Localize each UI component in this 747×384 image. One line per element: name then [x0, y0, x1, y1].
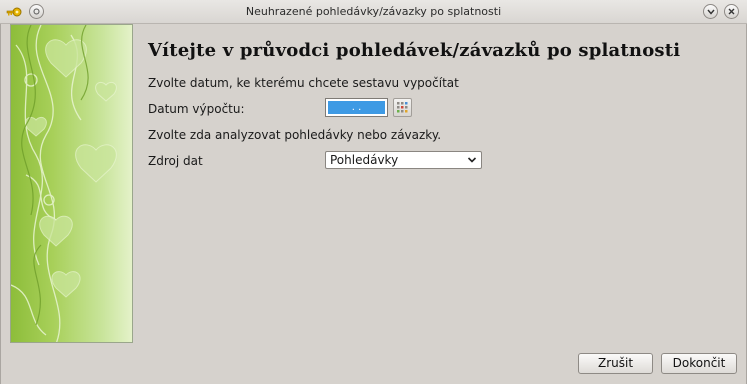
minimize-button[interactable] — [703, 4, 718, 19]
title-bar[interactable]: Neuhrazené pohledávky/závazky po splatno… — [0, 0, 747, 24]
date-value: . . — [328, 101, 385, 114]
source-select-value: Pohledávky — [330, 153, 399, 167]
date-input[interactable]: . . — [325, 98, 388, 117]
finish-button[interactable]: Dokončit — [661, 353, 737, 374]
calendar-icon — [397, 102, 408, 113]
wizard-heading: Vítejte v průvodci pohledávek/závazků po… — [148, 40, 681, 61]
source-select[interactable]: Pohledávky — [325, 151, 482, 169]
leaf-pattern-icon — [11, 25, 117, 342]
chevron-down-icon — [706, 9, 715, 15]
source-label: Zdroj dat — [148, 154, 203, 168]
date-instruction: Zvolte datum, ke kterému chcete sestavu … — [148, 76, 459, 90]
window-title: Neuhrazené pohledávky/závazky po splatno… — [245, 5, 502, 18]
cancel-button[interactable]: Zrušit — [578, 353, 653, 374]
close-button[interactable] — [724, 4, 739, 19]
source-instruction: Zvolte zda analyzovat pohledávky nebo zá… — [148, 128, 442, 142]
calendar-button[interactable] — [393, 98, 412, 117]
chevron-down-icon — [467, 157, 477, 163]
date-label: Datum výpočtu: — [148, 102, 245, 116]
close-icon — [728, 8, 735, 15]
wizard-side-image — [10, 24, 133, 343]
